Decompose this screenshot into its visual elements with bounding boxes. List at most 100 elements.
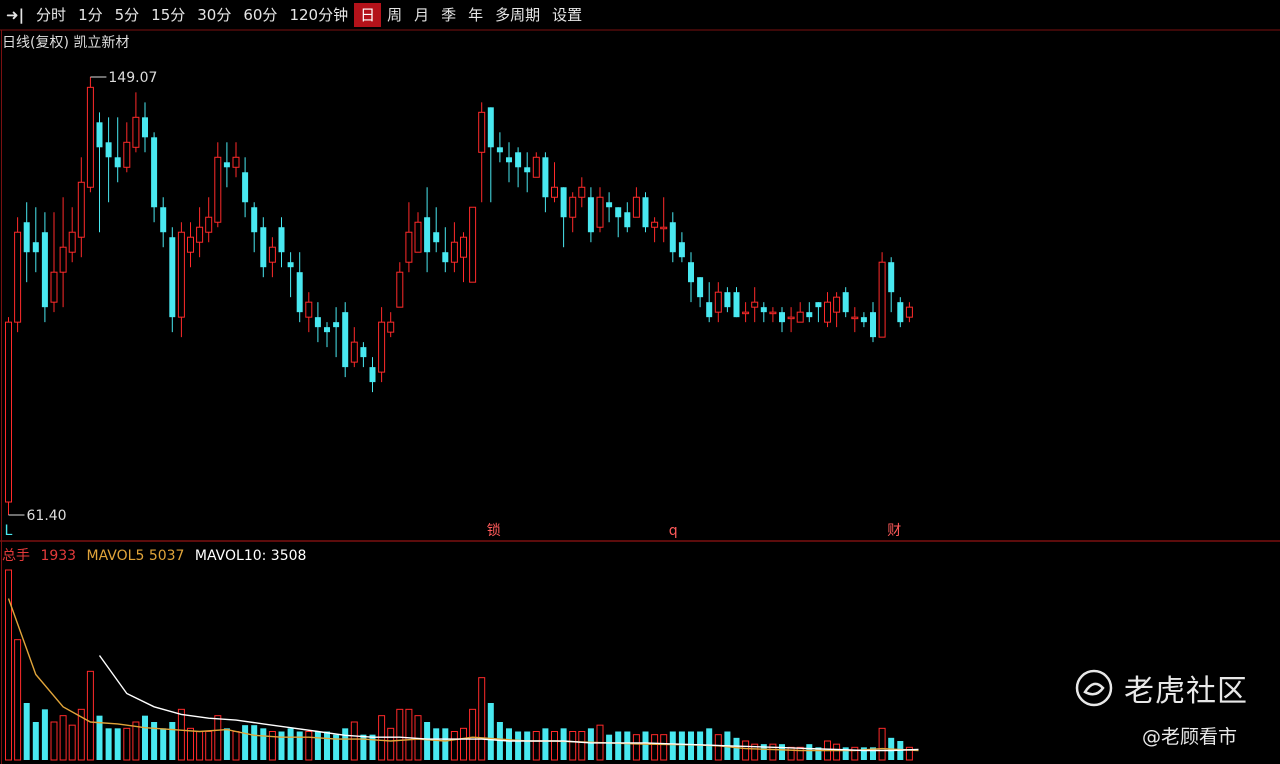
candle-body	[177, 231, 185, 318]
volume-bar	[242, 725, 249, 760]
candle-body	[378, 321, 386, 373]
candle-body	[532, 156, 540, 178]
candle-body	[196, 226, 204, 243]
tiger-logo-icon	[1075, 669, 1113, 707]
candle-body	[324, 327, 330, 333]
candle-body	[350, 341, 358, 363]
candlestick-chart[interactable]: 149.07 61.40 L 锁 q 财	[0, 0, 1280, 764]
volume-bar	[223, 728, 230, 760]
volume-bar	[779, 744, 785, 760]
candle-body	[251, 207, 258, 233]
volume-bar	[569, 731, 577, 761]
candle-body	[86, 86, 94, 188]
volume-bar	[688, 731, 694, 760]
volume-bar	[833, 743, 841, 761]
candle-body	[433, 232, 440, 243]
candle-body	[806, 312, 813, 318]
volume-bar	[123, 727, 131, 761]
volume-bar	[305, 731, 313, 761]
volume-bar	[396, 708, 404, 761]
candle-body	[733, 292, 740, 318]
candle-body	[369, 367, 376, 383]
watermark-handle: @老顾看市	[1142, 726, 1238, 748]
volume-bar	[806, 744, 813, 760]
volume-bar	[632, 734, 640, 761]
volume-bar	[405, 708, 413, 761]
volume-bar	[742, 740, 750, 761]
candle-body	[596, 196, 604, 228]
candle-body	[678, 242, 685, 258]
candle-body	[450, 241, 458, 263]
candle-body	[405, 231, 413, 263]
volume-bar	[68, 724, 76, 761]
high-price-label: 149.07	[108, 70, 157, 86]
volume-bar	[796, 746, 804, 761]
volume-bar	[678, 731, 685, 760]
mavol5-line	[7, 598, 919, 752]
volume-bar	[442, 728, 449, 760]
volume-bar	[714, 734, 722, 761]
volume-bar	[324, 731, 330, 760]
candle-body	[833, 296, 841, 313]
candle-body	[796, 311, 804, 323]
volume-bar	[278, 731, 285, 760]
volume-bar	[733, 737, 740, 760]
candle-body	[50, 271, 58, 303]
candle-body	[660, 226, 668, 230]
candle-body	[205, 216, 213, 233]
volume-bar	[132, 721, 140, 761]
candle-body	[132, 116, 140, 148]
volume-bar	[487, 703, 494, 760]
candle-body	[142, 117, 148, 138]
volume-bar	[524, 731, 531, 760]
candle-body	[460, 236, 467, 258]
candle-body	[760, 307, 767, 313]
candle-body	[169, 237, 176, 318]
candle-body	[606, 202, 613, 208]
candle-body	[542, 157, 549, 198]
volume-bar	[387, 727, 395, 761]
volume-bar	[205, 731, 213, 761]
candle-body	[114, 157, 121, 168]
volume-bar	[14, 639, 22, 761]
volume-bar	[624, 731, 631, 760]
volume-bar	[660, 734, 668, 761]
candle-body	[342, 312, 349, 368]
candle-body	[905, 306, 913, 318]
volume-bar	[142, 715, 148, 760]
candle-body	[815, 302, 822, 308]
candle-body	[506, 157, 512, 163]
volume-bar	[424, 722, 431, 760]
candle-body	[242, 172, 249, 203]
candle-body	[105, 142, 112, 158]
volume-legend: 总手 1933 MAVOL5 5037 MAVOL10: 3508	[2, 545, 312, 565]
candle-body	[396, 271, 404, 308]
low-price-label: 61.40	[27, 508, 67, 524]
candle-body	[706, 302, 713, 318]
candle-body	[287, 262, 294, 268]
candle-body	[23, 222, 30, 253]
volume-bar	[506, 728, 512, 760]
volume-bar	[32, 722, 39, 760]
candle-body	[314, 317, 321, 328]
watermark: 老虎社区	[1074, 666, 1248, 710]
volume-bar	[41, 709, 48, 760]
candle-body	[32, 242, 39, 253]
candle-body	[669, 222, 676, 253]
volume-bar	[551, 731, 558, 761]
candle-body	[160, 207, 167, 233]
candle-body	[187, 236, 194, 253]
volume-bar	[615, 731, 622, 760]
volume-bar	[651, 734, 659, 761]
event-marker: 财	[887, 523, 901, 539]
candle-body	[851, 316, 859, 320]
candle-body	[424, 217, 431, 253]
candle-body	[68, 231, 76, 253]
candle-body	[860, 317, 867, 323]
candle-body	[632, 196, 640, 218]
volume-bar	[478, 677, 486, 761]
candle-body	[787, 316, 795, 320]
candle-body	[560, 187, 567, 218]
volume-bar	[878, 727, 886, 761]
volume-bar	[560, 728, 567, 760]
